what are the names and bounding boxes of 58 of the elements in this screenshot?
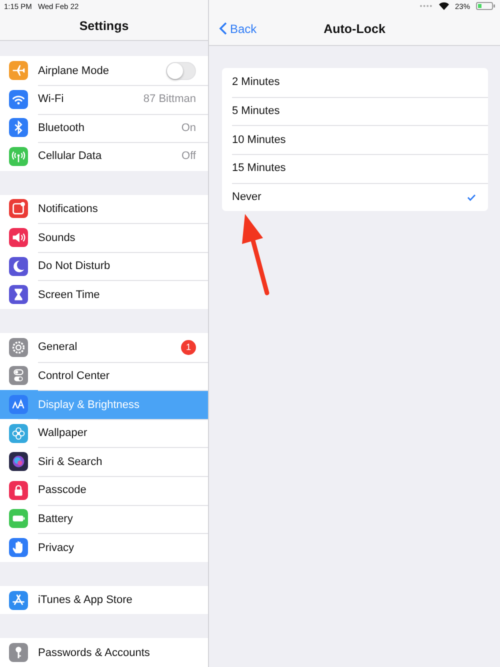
settings-item-label: Notifications xyxy=(38,202,99,215)
settings-item[interactable]: Bluetooth On xyxy=(0,114,208,142)
settings-item-label: Display & Brightness xyxy=(38,398,140,411)
settings-item-label: Passcode xyxy=(38,484,88,496)
settings-item-label: Do Not Disturb xyxy=(38,260,112,272)
auto-lock-option[interactable]: Never xyxy=(222,182,488,212)
settings-item[interactable]: Airplane Mode xyxy=(0,56,208,85)
settings-item-value: 87 Bittman xyxy=(143,93,196,106)
settings-item[interactable]: Battery xyxy=(0,504,208,534)
auto-lock-option[interactable]: 5 Minutes xyxy=(222,96,488,126)
toggle-switch[interactable] xyxy=(166,62,196,80)
notification-badge: 1 xyxy=(181,340,196,355)
settings-item-label: Battery xyxy=(38,512,74,525)
option-label: 10 Minutes xyxy=(232,134,287,146)
settings-item[interactable]: Passwords & Accounts xyxy=(0,638,208,667)
settings-item-label: Passwords & Accounts xyxy=(38,646,151,659)
settings-item[interactable]: Notifications xyxy=(0,194,208,224)
settings-item-label: Wallpaper xyxy=(38,427,88,440)
settings-item-label: Sounds xyxy=(38,232,76,244)
settings-item[interactable]: Screen Time xyxy=(0,280,208,310)
settings-item-label: Control Center xyxy=(38,370,111,382)
settings-item-label: Wi-Fi xyxy=(38,93,65,106)
auto-lock-option[interactable]: 15 Minutes xyxy=(222,154,488,183)
settings-item[interactable]: Siri & Search xyxy=(0,447,208,476)
option-label: 15 Minutes xyxy=(232,162,287,174)
settings-item[interactable]: Control Center xyxy=(0,362,208,390)
settings-item[interactable]: General 1 xyxy=(0,333,208,362)
settings-item-label: Privacy xyxy=(38,542,76,554)
option-label: 2 Minutes xyxy=(232,76,281,88)
auto-lock-option[interactable]: 10 Minutes xyxy=(222,125,488,154)
settings-item[interactable]: Cellular Data Off xyxy=(0,142,208,171)
settings-item[interactable]: Passcode xyxy=(0,476,208,505)
settings-item-label: iTunes & App Store xyxy=(38,594,134,606)
page-title: Auto-Lock xyxy=(324,22,386,36)
option-label: Never xyxy=(232,191,262,204)
back-button[interactable]: Back xyxy=(217,12,259,45)
settings-item-value: Off xyxy=(182,150,196,162)
option-label: 5 Minutes xyxy=(232,105,281,118)
settings-item[interactable]: Wi-Fi 87 Bittman xyxy=(0,84,208,114)
wifi-icon xyxy=(438,2,449,10)
auto-lock-option[interactable]: 2 Minutes xyxy=(222,68,488,97)
battery-icon xyxy=(476,2,496,10)
signal-icon xyxy=(418,4,433,8)
settings-item-label: Cellular Data xyxy=(38,150,103,162)
settings-item[interactable]: iTunes & App Store xyxy=(0,586,208,614)
settings-item-label: Siri & Search xyxy=(38,456,104,468)
settings-item-label: Airplane Mode xyxy=(38,64,110,77)
checkmark-icon xyxy=(467,194,476,201)
settings-item[interactable]: Wallpaper xyxy=(0,418,208,448)
settings-item-label: Bluetooth xyxy=(38,122,86,134)
settings-item[interactable]: Privacy xyxy=(0,533,208,562)
settings-item-label: Screen Time xyxy=(38,288,101,301)
sidebar-title: Settings xyxy=(79,19,129,34)
settings-item-value: On xyxy=(181,122,196,134)
settings-item[interactable]: Sounds xyxy=(0,223,208,252)
settings-item[interactable]: Do Not Disturb xyxy=(0,252,208,280)
settings-item-label: General xyxy=(38,341,78,354)
chevron-icon xyxy=(219,22,227,35)
